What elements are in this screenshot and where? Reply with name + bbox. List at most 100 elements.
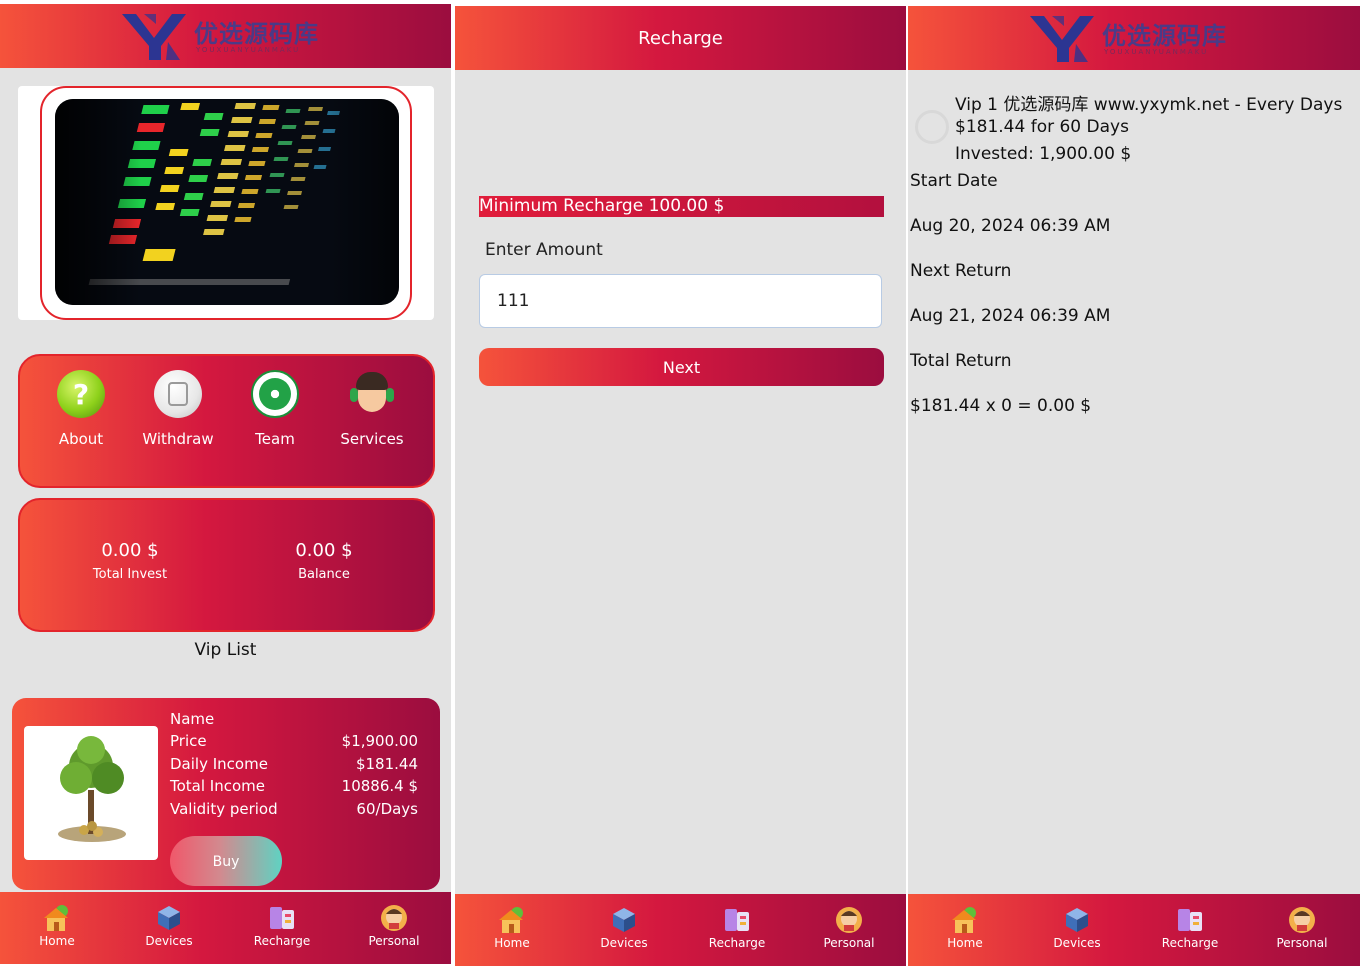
nav-item-home[interactable]: Home [17,904,97,948]
vip-plan-title: Vip 1 优选源码库 www.yxymk.net - Every Days [955,95,1343,115]
total-invest-value: 0.00 $ [101,540,159,561]
recharge-screen: Recharge Minimum Recharge 100.00 $ Enter… [455,6,906,966]
balance-stat: 0.00 $ Balance [244,540,404,582]
logo-text: 优选源码库 [1102,21,1227,50]
next-return-value: Aug 21, 2024 06:39 AM [910,306,1111,326]
stock-board-image [55,99,399,305]
vip-validity-row: Validity period 60/Days [170,800,418,818]
menu-item-label: About [58,430,104,448]
home-header: 优选源码库 YOUXUANYUANMAKU [0,4,451,68]
vip-validity-value: 60/Days [356,800,418,818]
logo-text: 优选源码库 [194,19,319,48]
total-return-label: Total Return [910,351,1012,371]
nav-item-recharge[interactable]: Recharge [1150,906,1230,950]
nav-item-label: Home [947,936,983,950]
account-stats-card: 0.00 $ Total Invest 0.00 $ Balance [18,498,435,632]
logo-subtext: YOUXUANYUANMAKU [196,46,301,54]
yx-logo-icon [1030,16,1094,62]
nav-item-label: Devices [600,936,648,950]
team-icon [251,370,299,418]
nav-item-label: Recharge [1161,936,1219,950]
start-date-label: Start Date [910,171,998,191]
balance-value: 0.00 $ [295,540,353,561]
nav-item-label: Recharge [708,936,766,950]
nav-item-label: Devices [145,934,193,948]
vip-name-label: Name [170,710,215,728]
withdraw-icon [154,370,202,418]
nav-item-devices[interactable]: Devices [1037,906,1117,950]
recharge-icon [267,904,297,932]
page-title: Recharge [638,28,723,49]
nav-item-home[interactable]: Home [925,906,1005,950]
devices-icon [154,904,184,932]
amount-input[interactable] [479,274,882,328]
brand-logo: 优选源码库 YOUXUANYUANMAKU [1030,12,1250,64]
nav-item-recharge[interactable]: Recharge [242,904,322,948]
menu-item-team[interactable]: Team [230,370,320,448]
brand-logo: 优选源码库 YOUXUANYUANMAKU [122,10,342,62]
nav-item-personal[interactable]: Personal [354,904,434,948]
nav-item-label: Home [39,934,75,948]
nav-item-label: Personal [823,936,875,950]
person-icon [379,904,409,932]
vip-price-value: $1,900.00 [341,732,418,750]
nav-item-recharge[interactable]: Recharge [697,906,777,950]
nav-item-devices[interactable]: Devices [129,904,209,948]
house-icon [42,904,72,932]
menu-item-about[interactable]: ? About [36,370,126,448]
person-icon [834,906,864,934]
menu-item-withdraw[interactable]: Withdraw [133,370,223,448]
nav-item-label: Devices [1053,936,1101,950]
nav-item-personal[interactable]: Personal [809,906,889,950]
devices-icon [1062,906,1092,934]
menu-item-services[interactable]: Services [327,370,417,448]
nav-item-label: Personal [368,934,420,948]
start-date-value: Aug 20, 2024 06:39 AM [910,216,1111,236]
menu-item-label: Team [255,430,295,448]
devices-icon [609,906,639,934]
next-return-label: Next Return [910,261,1012,281]
vip-total-income-value: 10886.4 $ [341,777,418,795]
nav-item-label: Personal [1276,936,1328,950]
bottom-nav: Home Devices Recharge Personal [0,892,451,964]
vip-product-card: Name Price $1,900.00 Daily Income $181.4… [12,698,440,890]
recharge-icon [1175,906,1205,934]
vip-total-income-row: Total Income 10886.4 $ [170,777,418,795]
devices-header: 优选源码库 YOUXUANYUANMAKU [908,6,1360,70]
vip-name-row: Name [170,710,418,728]
headset-icon [348,370,396,418]
nav-item-label: Home [494,936,530,950]
nav-item-home[interactable]: Home [472,906,552,950]
house-icon [950,906,980,934]
yx-logo-icon [122,14,186,60]
vip-plan-invested: Invested: 1,900.00 $ [955,144,1132,164]
vip-daily-income-value: $181.44 [355,755,418,773]
vip-validity-label: Validity period [170,800,278,818]
logo-subtext: YOUXUANYUANMAKU [1104,48,1209,56]
home-screen: 优选源码库 YOUXUANYUANMAKU ? About Withdraw T… [0,4,451,964]
next-button[interactable]: Next [479,348,884,386]
total-invest-label: Total Invest [92,567,168,582]
vip-daily-income-row: Daily Income $181.44 [170,755,418,773]
banner-card [18,86,434,320]
bottom-nav: Home Devices Recharge Personal [908,894,1360,966]
vip-price-label: Price [170,732,207,750]
quick-menu: ? About Withdraw Team Services [18,354,435,488]
person-icon [1287,906,1317,934]
recharge-icon [722,906,752,934]
nav-item-personal[interactable]: Personal [1262,906,1342,950]
select-radio[interactable] [915,110,949,144]
vip-daily-income-label: Daily Income [170,755,268,773]
buy-button[interactable]: Buy [170,836,282,886]
banner-frame [40,86,412,320]
minimum-recharge-notice: Minimum Recharge 100.00 $ [479,196,884,217]
bottom-nav: Home Devices Recharge Personal [455,894,906,966]
recharge-header: Recharge [455,6,906,70]
enter-amount-label: Enter Amount [485,240,603,260]
nav-item-devices[interactable]: Devices [584,906,664,950]
menu-item-label: Services [340,430,404,448]
balance-label: Balance [298,567,350,582]
menu-item-label: Withdraw [142,430,214,448]
total-return-value: $181.44 x 0 = 0.00 $ [910,396,1092,416]
total-invest-stat: 0.00 $ Total Invest [50,540,210,582]
